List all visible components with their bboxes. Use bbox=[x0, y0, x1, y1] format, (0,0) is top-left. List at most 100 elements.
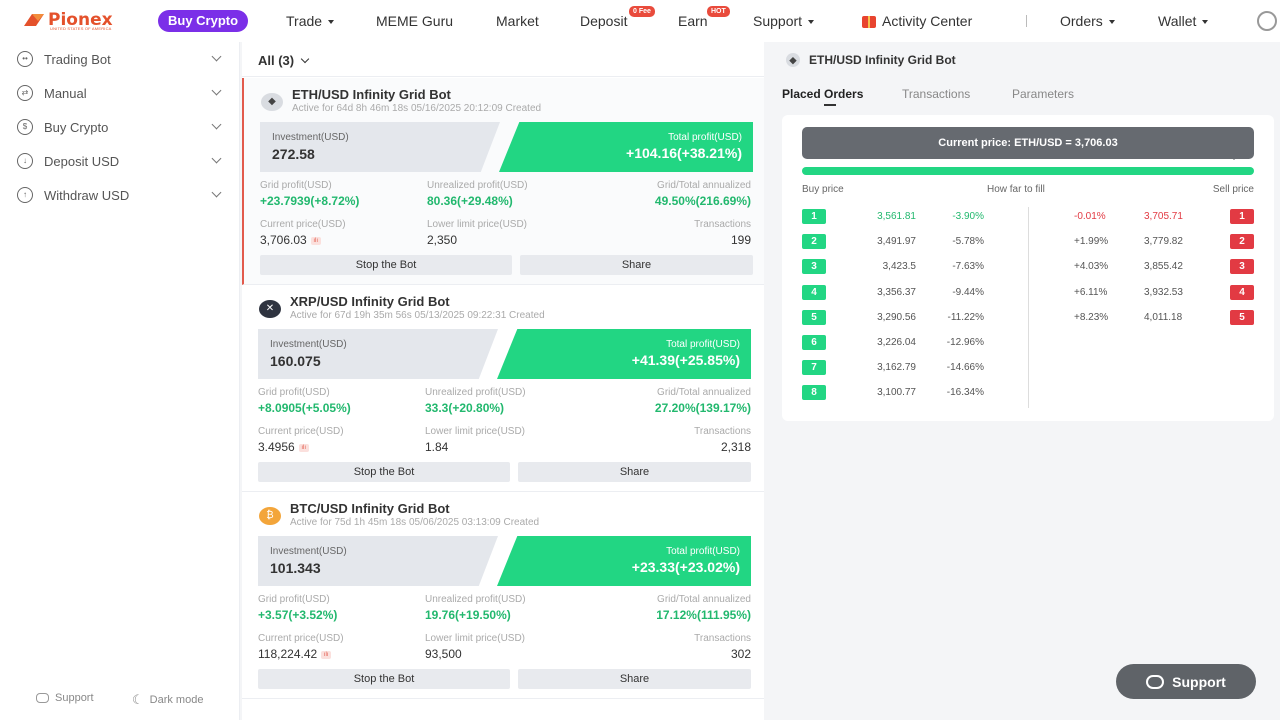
total-profit-value: +23.33(+23.02%) bbox=[631, 559, 740, 575]
buy-order-row: 1 3,561.81 -3.90% bbox=[802, 209, 1012, 225]
current-price-banner: Current price: ETH/USD = 3,706.03 bbox=[802, 127, 1254, 159]
lower-limit-label: Lower limit price(USD) bbox=[427, 219, 528, 230]
stop-bot-button[interactable]: Stop the Bot bbox=[260, 255, 512, 275]
bot-card[interactable]: ◆ ETH/USD Infinity Grid Bot Active for 6… bbox=[242, 78, 764, 285]
nav-trade[interactable]: Trade bbox=[286, 0, 335, 42]
btc-coin-icon: ₿ bbox=[259, 507, 281, 525]
nav-earn[interactable]: Earn bbox=[678, 0, 708, 42]
sidebar-item-deposit-usd[interactable]: ↓ Deposit USD bbox=[0, 144, 240, 178]
support-chat-button[interactable]: Support bbox=[1116, 664, 1256, 699]
buy-order-row: 8 3,100.77 -16.34% bbox=[802, 385, 1012, 401]
sell-order-price: 3,855.42 bbox=[1144, 261, 1183, 273]
sell-order-row: +1.99% 3,779.82 2 bbox=[1052, 234, 1254, 250]
pionex-logo-icon bbox=[24, 14, 44, 26]
unrealized-profit: Unrealized profit(USD) 80.36(+29.48%) bbox=[427, 180, 528, 208]
sell-order-index: 4 bbox=[1230, 284, 1254, 300]
unrealized-profit-value: 19.76(+19.50%) bbox=[425, 608, 511, 622]
tab-transactions[interactable]: Transactions bbox=[902, 87, 970, 101]
buy-order-index: 2 bbox=[802, 234, 826, 250]
price-chart-icon[interactable]: ılı bbox=[321, 650, 332, 659]
sidebar-item-trading-bot[interactable]: •• Trading Bot bbox=[0, 42, 240, 76]
sell-order-price: 3,779.82 bbox=[1144, 236, 1183, 248]
moon-icon: ☾ bbox=[132, 692, 144, 707]
investment-value: 101.343 bbox=[270, 560, 321, 576]
active-tab-underline bbox=[824, 104, 836, 106]
nav-meme-guru[interactable]: MEME Guru bbox=[376, 0, 453, 42]
nav-support[interactable]: Support bbox=[753, 0, 815, 42]
unrealized-profit-label: Unrealized profit(USD) bbox=[427, 180, 528, 191]
sidebar-item-manual[interactable]: ⇄ Manual bbox=[0, 76, 240, 110]
bot-card[interactable]: ✕ XRP/USD Infinity Grid Bot Active for 6… bbox=[242, 285, 764, 492]
investment-box: Investment(USD) 272.58 bbox=[260, 122, 500, 172]
bot-card[interactable]: ₿ BTC/USD Infinity Grid Bot Active for 7… bbox=[242, 492, 764, 699]
transactions-label: Transactions bbox=[694, 219, 751, 230]
share-button[interactable]: Share bbox=[518, 462, 751, 482]
nav-wallet[interactable]: Wallet bbox=[1158, 0, 1209, 42]
dark-mode-label: Dark mode bbox=[149, 694, 204, 706]
buy-order-price: 3,356.37 bbox=[877, 286, 916, 298]
withdraw-icon: ↑ bbox=[17, 187, 33, 203]
sell-order-index: 3 bbox=[1230, 259, 1254, 275]
bot-filter-dropdown[interactable]: All (3) bbox=[242, 42, 764, 77]
dark-mode-toggle[interactable]: ☾ Dark mode bbox=[132, 692, 203, 708]
chevron-down-icon bbox=[328, 20, 335, 25]
sidebar-item-buy-crypto[interactable]: $ Buy Crypto bbox=[0, 110, 240, 144]
sidebar-item-withdraw-usd[interactable]: ↑ Withdraw USD bbox=[0, 178, 240, 212]
investment-value: 160.075 bbox=[270, 353, 321, 369]
lower-limit-value: 93,500 bbox=[425, 647, 462, 661]
sell-order-row: -0.01% 3,705.71 1 bbox=[1052, 209, 1254, 225]
nav-deposit[interactable]: Deposit bbox=[580, 0, 627, 42]
nav-trade-label: Trade bbox=[286, 13, 323, 29]
transactions-value: 302 bbox=[730, 647, 751, 661]
unrealized-profit: Unrealized profit(USD) 19.76(+19.50%) bbox=[425, 594, 526, 622]
buy-order-price: 3,290.56 bbox=[877, 311, 916, 323]
buy-order-price: 3,100.77 bbox=[877, 387, 916, 399]
eth-coin-icon: ◆ bbox=[786, 53, 800, 67]
buy-order-distance: -7.63% bbox=[952, 261, 984, 273]
chevron-down-icon bbox=[211, 153, 222, 164]
nav-orders[interactable]: Orders bbox=[1060, 0, 1115, 42]
annualized-value: 27.20%(139.17%) bbox=[654, 401, 751, 415]
price-chart-icon[interactable]: ılı bbox=[310, 236, 321, 245]
pionex-logo[interactable]: Pionex UNITED STATES OF AMERICA bbox=[22, 12, 113, 31]
nav-market[interactable]: Market bbox=[496, 0, 539, 42]
investment-label: Investment(USD) bbox=[272, 132, 349, 143]
deposit-icon: ↓ bbox=[17, 153, 33, 169]
robot-icon: •• bbox=[17, 51, 33, 67]
current-price-value: 118,224.42 bbox=[258, 647, 318, 661]
unrealized-profit: Unrealized profit(USD) 33.3(+20.80%) bbox=[425, 387, 526, 415]
buy-order-distance: -16.34% bbox=[946, 387, 984, 399]
nav-activity-label: Activity Center bbox=[882, 13, 973, 29]
stop-bot-button[interactable]: Stop the Bot bbox=[258, 669, 510, 689]
sidebar-support-link[interactable]: Support bbox=[36, 692, 94, 704]
stop-bot-button[interactable]: Stop the Bot bbox=[258, 462, 510, 482]
annualized-return: Grid/Total annualized 17.12%(111.95%) bbox=[656, 594, 751, 622]
nav-orders-label: Orders bbox=[1060, 13, 1103, 29]
nav-support-label: Support bbox=[753, 13, 803, 29]
total-profit-box: Total profit(USD) +23.33(+23.02%) bbox=[497, 536, 751, 586]
chevron-down-icon bbox=[808, 20, 815, 25]
sidebar-item-label: Manual bbox=[44, 85, 87, 101]
share-button[interactable]: Share bbox=[520, 255, 753, 275]
chevron-down-icon bbox=[1108, 20, 1115, 25]
grid-profit-label: Grid profit(USD) bbox=[258, 594, 330, 605]
nav-divider bbox=[1026, 15, 1027, 27]
total-profit-label: Total profit(USD) bbox=[666, 339, 740, 350]
investment-box: Investment(USD) 160.075 bbox=[258, 329, 498, 379]
price-progress-bar bbox=[802, 167, 1254, 175]
tab-parameters[interactable]: Parameters bbox=[1012, 87, 1074, 101]
buy-crypto-button[interactable]: Buy Crypto bbox=[158, 10, 249, 32]
share-button[interactable]: Share bbox=[518, 669, 751, 689]
tab-placed-orders[interactable]: Placed Orders bbox=[782, 87, 863, 101]
sidebar-item-label: Withdraw USD bbox=[44, 187, 130, 203]
sidebar-item-label: Deposit USD bbox=[44, 153, 120, 169]
current-price-value: 3,706.03 bbox=[260, 233, 307, 247]
chevron-down-icon bbox=[211, 85, 222, 96]
user-avatar-icon[interactable] bbox=[1257, 11, 1277, 31]
xrp-coin-icon: ✕ bbox=[259, 300, 281, 318]
eth-coin-icon: ◆ bbox=[261, 93, 283, 111]
price-chart-icon[interactable]: ılı bbox=[298, 443, 309, 452]
buy-order-price: 3,491.97 bbox=[877, 236, 916, 248]
buy-order-distance: -9.44% bbox=[952, 286, 984, 298]
nav-activity-center[interactable]: Activity Center bbox=[862, 0, 972, 42]
